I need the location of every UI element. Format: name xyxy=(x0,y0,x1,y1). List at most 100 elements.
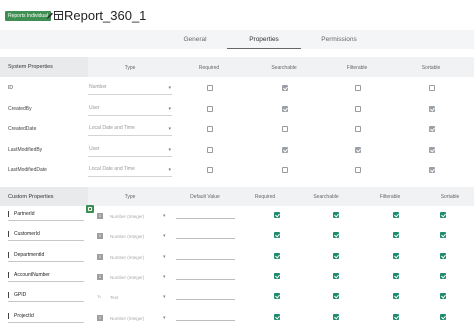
property-name-input[interactable]: CustomerId xyxy=(8,227,84,242)
chevron-down-icon[interactable]: ▾ xyxy=(163,274,166,280)
default-value-input[interactable] xyxy=(176,238,235,240)
chevron-down-icon: ▾ xyxy=(168,146,171,153)
property-name-input[interactable]: DepartmentId xyxy=(8,248,84,262)
searchable-checkbox[interactable] xyxy=(333,212,339,218)
number-type-icon: 1 xyxy=(97,213,103,219)
default-value-input[interactable] xyxy=(176,218,235,219)
filterable-checkbox[interactable] xyxy=(355,146,361,153)
page-header: Reports Individual Report_360_1 xyxy=(0,0,474,30)
type-select[interactable]: Local Date and Time ▾ xyxy=(88,121,172,136)
required-checkbox[interactable] xyxy=(207,126,213,132)
number-type-icon: 1 xyxy=(97,233,103,240)
chevron-down-icon[interactable]: ▾ xyxy=(163,233,166,239)
table-row: LastModifiedDate Local Date and Time ▾ xyxy=(0,160,474,180)
table-row: CustomerId 1 Number (Integer) ▾ xyxy=(0,224,474,246)
searchable-checkbox[interactable] xyxy=(282,167,288,173)
drag-handle[interactable] xyxy=(8,292,9,299)
required-checkbox[interactable] xyxy=(274,272,280,279)
default-value-input[interactable] xyxy=(176,278,235,280)
filterable-checkbox[interactable] xyxy=(355,85,361,91)
sortable-checkbox[interactable] xyxy=(440,212,446,218)
report-grid-icon xyxy=(54,11,63,20)
sortable-checkbox[interactable] xyxy=(440,232,446,239)
property-name: CustomerId xyxy=(14,231,40,238)
searchable-checkbox[interactable] xyxy=(333,232,339,239)
property-name-input[interactable]: PartnerId xyxy=(8,207,84,221)
filterable-checkbox[interactable] xyxy=(355,105,361,112)
searchable-checkbox[interactable] xyxy=(282,105,288,112)
property-name-input[interactable]: AccountNumber xyxy=(8,268,84,282)
tab-permissions[interactable]: Permissions xyxy=(302,30,376,49)
chevron-down-icon: ▾ xyxy=(168,167,171,173)
required-checkbox[interactable] xyxy=(274,313,280,320)
filterable-checkbox[interactable] xyxy=(393,232,399,239)
filterable-checkbox[interactable] xyxy=(393,272,399,279)
type-select[interactable]: Number ▾ xyxy=(88,80,172,95)
property-name-input[interactable]: GPID xyxy=(8,288,84,303)
required-checkbox[interactable] xyxy=(207,146,213,153)
searchable-checkbox[interactable] xyxy=(282,85,288,91)
tab-properties[interactable]: Properties xyxy=(227,30,301,49)
type-select[interactable]: User ▾ xyxy=(88,142,172,157)
filterable-checkbox[interactable] xyxy=(355,126,361,132)
searchable-checkbox[interactable] xyxy=(282,146,288,153)
type-value: User xyxy=(89,145,100,152)
sortable-checkbox[interactable] xyxy=(440,272,446,279)
system-properties-header: System Properties Type Required Searchab… xyxy=(0,57,474,77)
drag-handle[interactable] xyxy=(8,251,9,258)
searchable-checkbox[interactable] xyxy=(333,252,339,259)
filterable-checkbox[interactable] xyxy=(393,313,399,320)
required-checkbox[interactable] xyxy=(274,252,280,259)
filterable-checkbox[interactable] xyxy=(393,212,399,218)
type-value: Number (Integer) xyxy=(110,274,145,280)
sortable-checkbox[interactable] xyxy=(429,85,435,91)
drag-handle[interactable] xyxy=(8,312,9,319)
sortable-checkbox[interactable] xyxy=(429,126,435,132)
property-name-input[interactable]: ProjectId xyxy=(8,309,84,323)
filterable-checkbox[interactable] xyxy=(355,167,361,173)
default-value-input[interactable] xyxy=(176,299,235,301)
sortable-checkbox[interactable] xyxy=(440,313,446,320)
searchable-checkbox[interactable] xyxy=(333,313,339,320)
sortable-checkbox[interactable] xyxy=(429,105,435,112)
table-row: PartnerId 1 Number (Integer) ▾ xyxy=(0,204,474,226)
searchable-checkbox[interactable] xyxy=(333,272,339,279)
chevron-down-icon: ▾ xyxy=(168,126,171,132)
chevron-down-icon[interactable]: ▾ xyxy=(163,254,166,260)
type-value: Number (Integer) xyxy=(110,254,145,260)
sortable-checkbox[interactable] xyxy=(440,293,446,300)
drag-handle[interactable] xyxy=(8,271,9,278)
sortable-checkbox[interactable] xyxy=(429,167,435,173)
chevron-down-icon[interactable]: ▾ xyxy=(163,294,166,300)
type-select[interactable]: User ▾ xyxy=(88,101,172,116)
sortable-checkbox[interactable] xyxy=(440,252,446,259)
default-value-input[interactable] xyxy=(176,258,235,260)
filterable-checkbox[interactable] xyxy=(393,252,399,259)
type-value: Local Date and Time xyxy=(89,125,135,131)
required-checkbox[interactable] xyxy=(274,232,280,239)
sortable-checkbox[interactable] xyxy=(429,146,435,153)
searchable-checkbox[interactable] xyxy=(333,293,339,300)
tab-bar: General Properties Permissions xyxy=(0,30,474,49)
number-type-icon: 1 xyxy=(97,253,103,260)
column-header-type: Type xyxy=(124,194,136,200)
drag-handle[interactable] xyxy=(8,231,9,238)
filterable-checkbox[interactable] xyxy=(393,293,399,300)
tab-general[interactable]: General xyxy=(158,30,232,49)
drag-handle[interactable] xyxy=(8,211,9,217)
chevron-down-icon[interactable]: ▾ xyxy=(163,315,166,321)
required-checkbox[interactable] xyxy=(274,293,280,300)
report-type-badge: Reports Individual xyxy=(5,11,52,21)
column-header-sortable: Sortable xyxy=(421,65,441,71)
required-checkbox[interactable] xyxy=(207,105,213,112)
required-checkbox[interactable] xyxy=(207,167,213,173)
searchable-checkbox[interactable] xyxy=(282,126,288,132)
pencil-icon[interactable] xyxy=(46,11,54,20)
type-value: Text xyxy=(110,295,119,301)
required-checkbox[interactable] xyxy=(207,85,213,91)
default-value-input[interactable] xyxy=(176,319,235,321)
table-row: ProjectId 1 Number (Integer) ▾ xyxy=(0,306,474,327)
chevron-down-icon[interactable]: ▾ xyxy=(163,213,166,219)
required-checkbox[interactable] xyxy=(274,212,280,218)
type-select[interactable]: Local Date and Time ▾ xyxy=(88,162,172,177)
